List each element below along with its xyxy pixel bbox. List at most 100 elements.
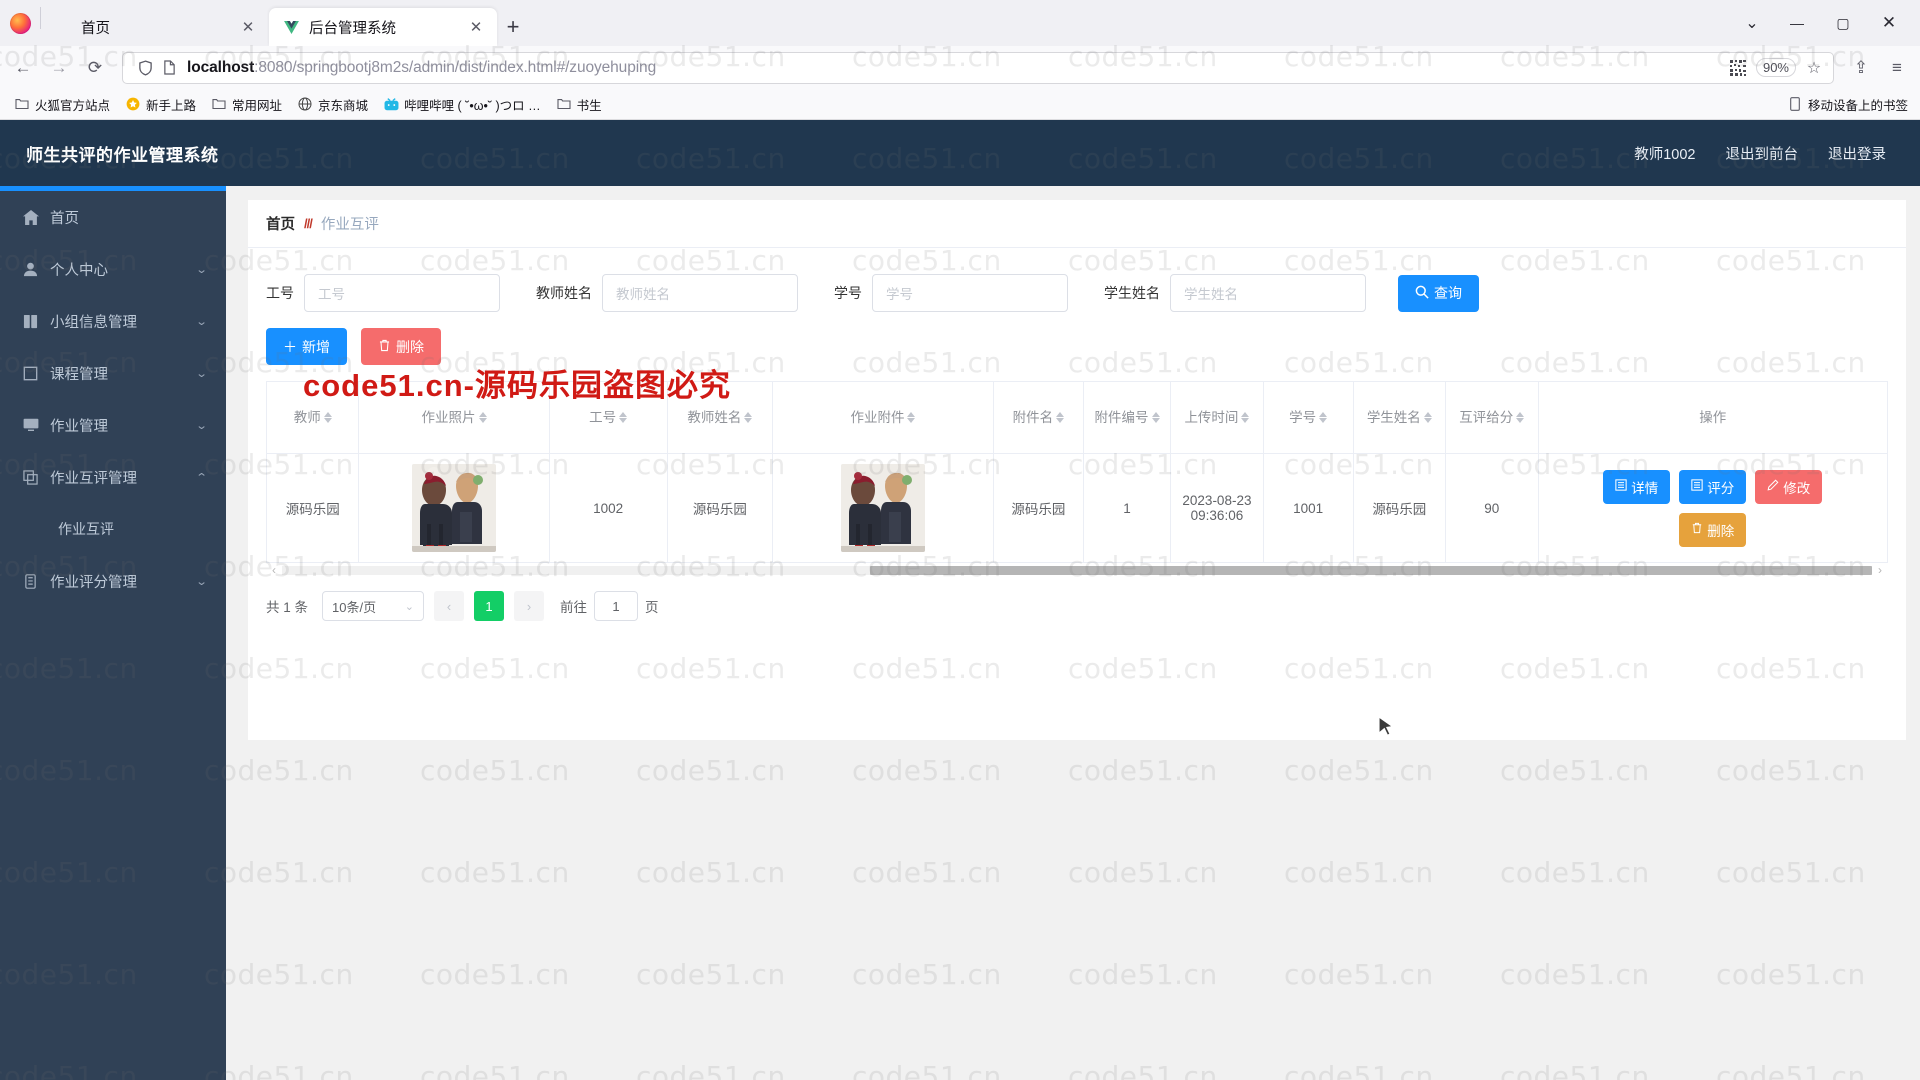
search-input-xuehao[interactable]: 学号 [872, 274, 1068, 312]
scroll-left-icon[interactable]: ‹ [266, 563, 282, 577]
app-menu-icon[interactable]: ≡ [1880, 51, 1914, 85]
sidebar-item-homework-mgmt[interactable]: 作业管理 ⌄ [0, 399, 226, 451]
cell-xuehao: 1001 [1263, 453, 1354, 563]
star-icon[interactable]: ☆ [1801, 55, 1827, 81]
sidebar-item-course-mgmt[interactable]: 课程管理 ⌄ [0, 347, 226, 399]
sidebar-item-peer-review-mgmt[interactable]: 作业互评管理 ⌃ [0, 451, 226, 503]
page-viewport: 师生共评的作业管理系统 教师1002 退出到前台 退出登录 首页 个人中心 ⌄ [0, 120, 1920, 1080]
sidebar-item-home[interactable]: 首页 [0, 191, 226, 243]
vue-logo-icon [283, 19, 300, 36]
jump-label: 前往 [560, 600, 588, 615]
col-header-upload-time[interactable]: 上传时间 [1170, 381, 1264, 454]
sort-icon[interactable] [1516, 412, 1525, 423]
col-header-peer-score[interactable]: 互评给分 [1445, 381, 1539, 454]
back-button[interactable]: ← [6, 51, 40, 85]
page-icon[interactable] [157, 56, 181, 80]
sidebar-item-personal-center[interactable]: 个人中心 ⌄ [0, 243, 226, 295]
jump-page-input[interactable]: 1 [594, 591, 639, 621]
anime-thumbnail-icon[interactable] [840, 464, 925, 552]
bookmark-label: 火狐官方站点 [35, 98, 111, 113]
bookmark-item[interactable]: 常用网址 [205, 92, 288, 117]
page-size-select[interactable]: 10条/页 ⌄ [322, 591, 425, 621]
logout-link[interactable]: 退出登录 [1828, 143, 1886, 164]
query-button[interactable]: 查询 [1398, 274, 1479, 312]
breadcrumb-home[interactable]: 首页 [266, 213, 295, 234]
sort-icon[interactable] [1056, 412, 1065, 423]
sort-icon[interactable] [619, 412, 628, 423]
sort-icon[interactable] [744, 412, 753, 423]
reload-button[interactable]: ⟳ [78, 51, 112, 85]
scrollbar-track[interactable] [282, 565, 1872, 575]
tab-close-icon[interactable]: ✕ [465, 16, 487, 38]
scrollbar-thumb[interactable] [870, 565, 1872, 575]
tab-close-icon[interactable]: ✕ [237, 16, 259, 38]
detail-button[interactable]: 详情 [1603, 469, 1671, 504]
sort-icon[interactable] [478, 412, 487, 423]
scroll-right-icon[interactable]: › [1872, 563, 1888, 577]
delete-row-button[interactable]: 删除 [1679, 512, 1747, 547]
forward-button[interactable]: → [42, 51, 76, 85]
anime-thumbnail-icon[interactable] [412, 464, 497, 552]
minimize-button[interactable]: — [1774, 3, 1820, 43]
sidebar-item-group-info[interactable]: 小组信息管理 ⌄ [0, 295, 226, 347]
cell-homework-photo[interactable] [358, 453, 550, 563]
current-user-label[interactable]: 教师1002 [1634, 143, 1695, 164]
bookmark-item[interactable]: 书生 [550, 92, 608, 117]
bookmark-item[interactable]: 火狐官方站点 [8, 92, 116, 117]
tab-shouye[interactable]: 首页 ✕ [41, 8, 269, 46]
next-page-button[interactable]: › [514, 591, 545, 621]
score-button[interactable]: 评分 [1679, 469, 1747, 504]
bookmark-item[interactable]: 京东商城 [291, 92, 374, 117]
sort-icon[interactable] [1423, 412, 1432, 423]
tab-strip: 首页 ✕ 后台管理系统 ✕ + ⌄ — ▢ ✕ [0, 0, 1920, 46]
zoom-level[interactable]: 90% [1755, 58, 1796, 77]
col-label: 教师姓名 [687, 409, 742, 425]
search-input-teacher-name[interactable]: 教师姓名 [602, 274, 798, 312]
col-header-attachment-name[interactable]: 附件名 [993, 381, 1084, 454]
monitor-icon [22, 417, 39, 434]
shield-icon[interactable] [133, 56, 157, 80]
new-tab-button[interactable]: + [497, 11, 529, 43]
edit-button[interactable]: 修改 [1755, 469, 1823, 504]
cell-student-name: 源码乐园 [1353, 453, 1447, 563]
list-all-tabs-icon[interactable]: ⌄ [1730, 3, 1774, 43]
bookmark-item[interactable]: 新手上路 [119, 92, 202, 117]
row-action-buttons: 详情 评分 修改 删除 [1593, 469, 1833, 547]
add-button-label: 新增 [302, 338, 330, 355]
chevron-up-icon: ⌃ [195, 471, 208, 484]
tab-admin-system[interactable]: 后台管理系统 ✕ [269, 8, 497, 46]
sort-icon[interactable] [1241, 412, 1250, 423]
sort-icon[interactable] [323, 412, 332, 423]
total-count-label: 共 1 条 [266, 600, 309, 615]
table-row[interactable]: 源码乐园 1002 源码乐园 源码乐园 1 2023-08-23 09:36:0… [266, 453, 1888, 563]
page-size-label: 10条/页 [332, 599, 377, 615]
sort-icon[interactable] [1319, 412, 1328, 423]
table-horizontal-scrollbar[interactable]: ‹ › [266, 563, 1888, 577]
filter-group-teacher-name: 教师姓名 教师姓名 [536, 274, 798, 312]
col-label: 附件名 [1012, 409, 1054, 425]
cell-homework-attachment[interactable] [772, 453, 994, 563]
search-input-student-name[interactable]: 学生姓名 [1170, 274, 1366, 312]
cell-upload-time: 2023-08-23 09:36:06 [1170, 453, 1264, 563]
url-path: :8080/springbootj8m2s/admin/dist/index.h… [254, 58, 657, 76]
qr-icon[interactable] [1725, 55, 1751, 81]
close-window-button[interactable]: ✕ [1866, 3, 1912, 43]
sort-icon[interactable] [1151, 412, 1160, 423]
book-icon [22, 313, 39, 330]
sidebar-subitem-peer-review[interactable]: 作业互评 [0, 503, 226, 555]
col-header-xuehao[interactable]: 学号 [1263, 381, 1354, 454]
page-number-1[interactable]: 1 [474, 591, 505, 621]
col-header-attachment-no[interactable]: 附件编号 [1083, 381, 1172, 454]
mobile-bookmarks-item[interactable]: 移动设备上的书签 [1781, 92, 1912, 117]
exit-to-front-link[interactable]: 退出到前台 [1726, 143, 1799, 164]
search-input-gonghao[interactable]: 工号 [304, 274, 500, 312]
prev-page-button[interactable]: ‹ [434, 591, 465, 621]
sort-icon[interactable] [907, 412, 916, 423]
bookmark-item[interactable]: 哔哩哔哩 ( ˘•ω•˘ )つロ … [377, 92, 547, 117]
col-header-homework-attachment[interactable]: 作业附件 [772, 381, 994, 454]
share-icon[interactable]: ⇪ [1844, 51, 1878, 85]
sidebar-item-grading-mgmt[interactable]: 作业评分管理 ⌄ [0, 555, 226, 607]
col-header-student-name[interactable]: 学生姓名 [1353, 381, 1447, 454]
maximize-button[interactable]: ▢ [1820, 3, 1866, 43]
address-bar[interactable]: localhost:8080/springbootj8m2s/admin/dis… [122, 51, 1834, 84]
